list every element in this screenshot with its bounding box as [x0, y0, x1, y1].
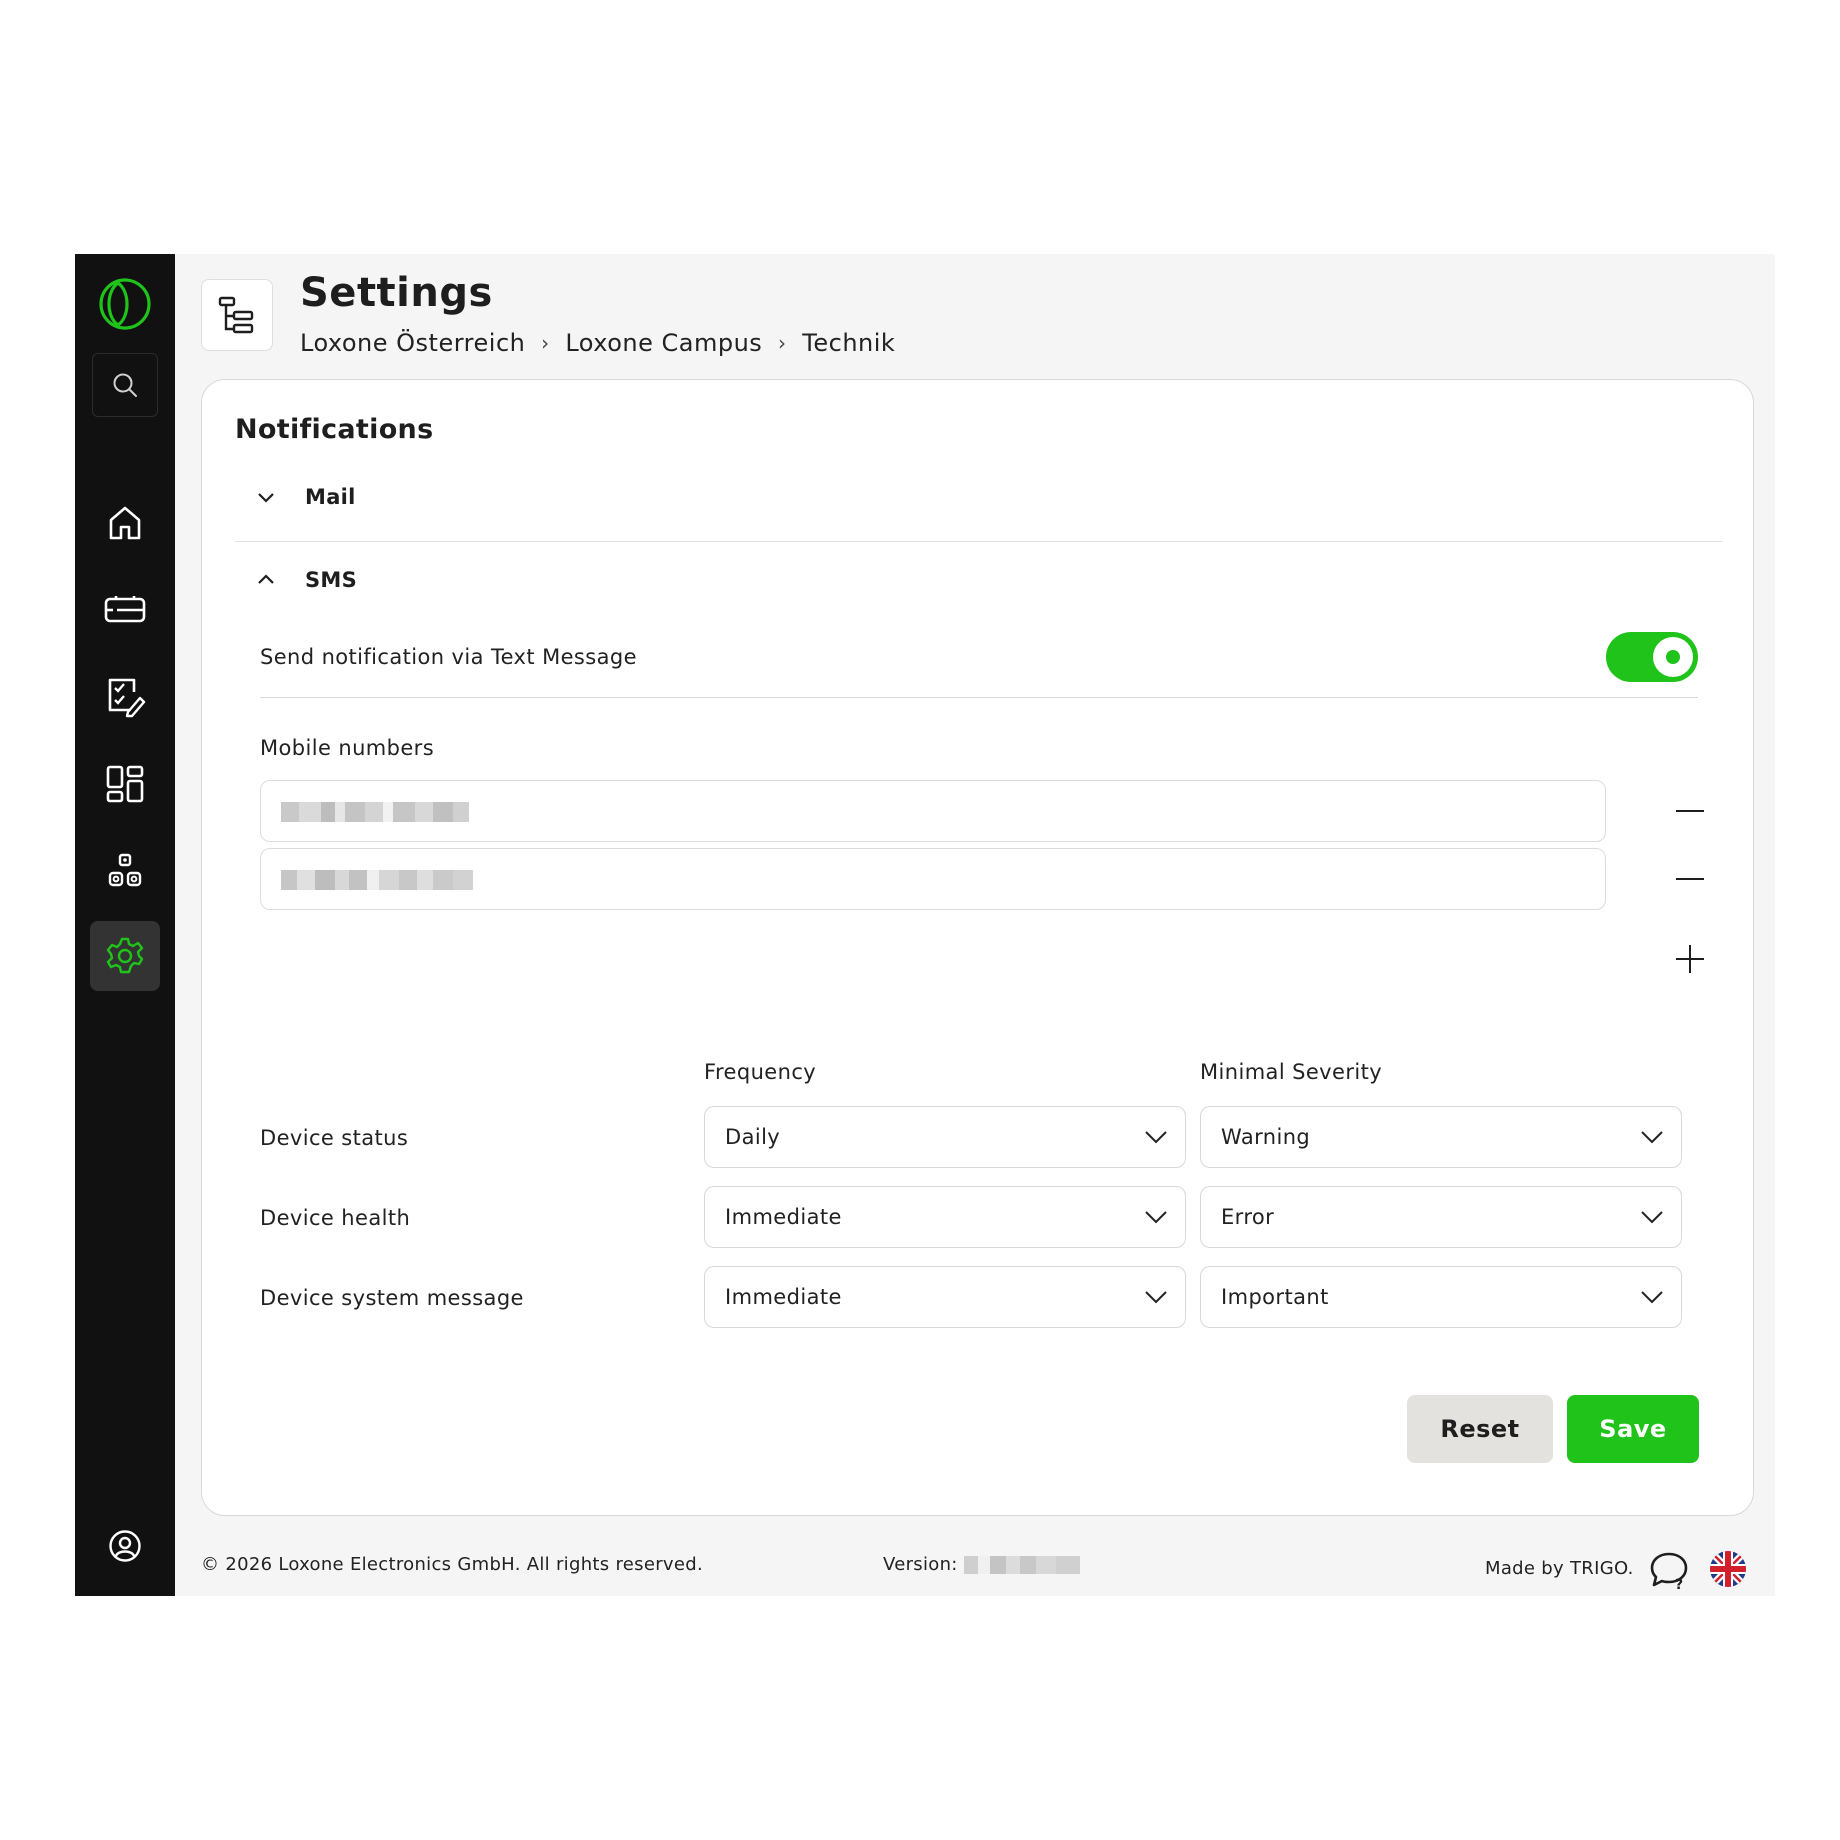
accordion-label: Mail: [305, 484, 356, 509]
breadcrumb-item[interactable]: Loxone Campus: [565, 329, 762, 357]
select-value: Important: [1221, 1285, 1329, 1309]
select-value: Error: [1221, 1205, 1275, 1229]
breadcrumb: Loxone Österreich › Loxone Campus › Tech…: [300, 329, 895, 357]
sms-toggle-label: Send notification via Text Message: [260, 644, 637, 669]
frequency-select[interactable]: Immediate: [704, 1266, 1186, 1328]
redacted-version: [963, 1555, 1080, 1574]
dashboard-icon[interactable]: [95, 754, 155, 814]
breadcrumb-separator: ›: [778, 331, 787, 355]
severity-select[interactable]: Error: [1200, 1186, 1682, 1248]
minus-icon: [1676, 878, 1704, 880]
accordion-sms[interactable]: SMS: [235, 542, 1723, 618]
reset-button[interactable]: Reset: [1407, 1395, 1553, 1463]
select-value: Immediate: [725, 1205, 842, 1229]
sms-toggle-row: Send notification via Text Message: [260, 616, 1698, 698]
breadcrumb-item[interactable]: Loxone Österreich: [300, 329, 525, 357]
accordion-label: SMS: [305, 568, 358, 592]
language-flag-uk-icon[interactable]: [1709, 1550, 1747, 1588]
remove-number-button[interactable]: [1665, 854, 1715, 904]
row-label-device-status: Device status: [260, 1126, 409, 1150]
mobile-number-field[interactable]: [260, 780, 1606, 842]
add-number-button[interactable]: [1665, 934, 1715, 984]
redacted-number: [281, 802, 469, 822]
chevron-down-icon: [1145, 1210, 1167, 1224]
save-button[interactable]: Save: [1567, 1395, 1699, 1463]
svg-text:?: ?: [1675, 1577, 1683, 1591]
mobile-numbers-label: Mobile numbers: [260, 736, 435, 760]
row-label-device-health: Device health: [260, 1206, 411, 1230]
breadcrumb-item-current: Technik: [802, 329, 896, 357]
chevron-down-icon: [1641, 1210, 1663, 1224]
plus-icon: [1676, 945, 1704, 973]
column-header-severity: Minimal Severity: [1200, 1060, 1383, 1084]
notifications-card: Notifications Mail SMS Send notification…: [201, 379, 1754, 1516]
accordion-mail[interactable]: Mail: [235, 452, 1723, 542]
redacted-number: [281, 870, 473, 890]
chevron-down-icon: [1145, 1290, 1167, 1304]
page-title: Settings: [300, 270, 493, 316]
chevron-down-icon: [1641, 1130, 1663, 1144]
severity-select[interactable]: Important: [1200, 1266, 1682, 1328]
components-icon[interactable]: [95, 840, 155, 900]
footer-version: Version:: [883, 1554, 1080, 1575]
app-window: Settings Loxone Österreich › Loxone Camp…: [75, 254, 1775, 1596]
mobile-number-field[interactable]: [260, 848, 1606, 910]
toggle-knob: [1653, 636, 1693, 677]
chevron-down-icon: [1145, 1130, 1167, 1144]
chevron-down-icon: [257, 491, 293, 503]
version-label: Version:: [883, 1554, 958, 1575]
footer-made-by[interactable]: Made by TRIGO.: [1485, 1558, 1634, 1579]
select-value: Daily: [725, 1125, 781, 1149]
column-header-frequency: Frequency: [704, 1060, 817, 1084]
frequency-select[interactable]: Immediate: [704, 1186, 1186, 1248]
user-icon[interactable]: [95, 1516, 155, 1576]
search-icon[interactable]: [92, 353, 158, 417]
select-value: Warning: [1221, 1125, 1311, 1149]
remove-number-button[interactable]: [1665, 786, 1715, 836]
tasks-icon[interactable]: [95, 667, 155, 727]
card-title: Notifications: [235, 414, 434, 445]
footer-copyright: © 2026 Loxone Electronics GmbH. All righ…: [201, 1554, 703, 1575]
chat-help-icon[interactable]: ?: [1648, 1549, 1690, 1593]
row-label-device-system-message: Device system message: [260, 1286, 524, 1310]
minus-icon: [1676, 810, 1704, 812]
severity-select[interactable]: Warning: [1200, 1106, 1682, 1168]
home-icon[interactable]: [95, 493, 155, 553]
chevron-down-icon: [1641, 1290, 1663, 1304]
toggle-dot: [1666, 649, 1680, 664]
sidebar: [75, 254, 175, 1596]
sms-toggle-switch[interactable]: [1606, 631, 1698, 682]
frequency-select[interactable]: Daily: [704, 1106, 1186, 1168]
devices-icon[interactable]: [95, 580, 155, 640]
select-value: Immediate: [725, 1285, 842, 1309]
chevron-up-icon: [257, 574, 293, 586]
breadcrumb-separator: ›: [541, 331, 550, 355]
hierarchy-tree-icon: [201, 279, 273, 351]
logo-icon[interactable]: [95, 274, 155, 334]
settings-icon[interactable]: [90, 921, 160, 991]
